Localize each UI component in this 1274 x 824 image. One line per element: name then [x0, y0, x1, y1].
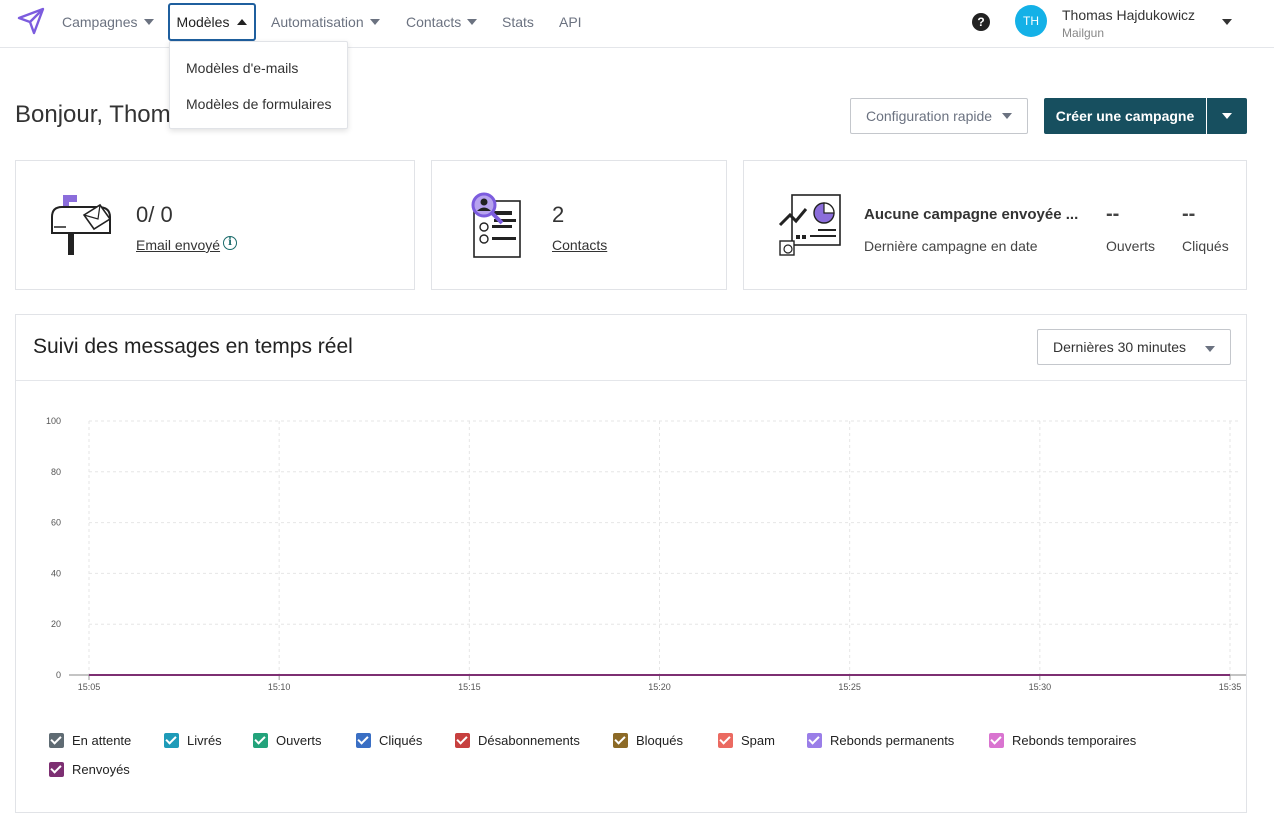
chevron-down-icon: [1205, 346, 1215, 352]
legend-item[interactable]: Désabonnements: [455, 733, 580, 748]
x-tick-label: 15:30: [1029, 682, 1052, 692]
legend-item[interactable]: Bloqués: [613, 733, 683, 748]
nav-api[interactable]: API: [559, 0, 582, 44]
clicked-label: Cliqués: [1182, 238, 1229, 254]
legend-item[interactable]: En attente: [49, 733, 131, 748]
legend-label: Rebonds temporaires: [1012, 733, 1137, 748]
contacts-link[interactable]: Contacts: [552, 237, 607, 253]
y-tick-label: 40: [51, 568, 61, 578]
emails-sent-value: 0/ 0: [136, 202, 173, 227]
legend-label: En attente: [72, 733, 132, 748]
create-campaign-menu-button[interactable]: [1207, 98, 1247, 134]
y-tick-label: 80: [51, 467, 61, 477]
emails-sent-link[interactable]: Email envoyé: [136, 237, 220, 253]
legend-item[interactable]: Rebonds temporaires: [989, 733, 1136, 748]
legend-item[interactable]: Rebonds permanents: [807, 733, 954, 748]
message-tracking-chart: 0 20 40 60 80 100 15:05 15:10 15:15 15:20 15:25 15:…: [46, 416, 1246, 692]
legend-label: Livrés: [187, 733, 222, 748]
nav-api-label: API: [559, 14, 582, 30]
checkbox-checked-icon[interactable]: [455, 733, 470, 748]
checkbox-checked-icon[interactable]: [989, 733, 1004, 748]
checkbox-checked-icon[interactable]: [356, 733, 371, 748]
y-tick-label: 20: [51, 619, 61, 629]
realtime-tracking-panel: Suivi des messages en temps réel Dernièr…: [15, 314, 1247, 813]
legend-label: Rebonds permanents: [830, 733, 955, 748]
legend-label: Désabonnements: [478, 733, 580, 748]
menu-item-email-templates[interactable]: Modèles d'e-mails: [186, 60, 298, 76]
chevron-down-icon: [1002, 113, 1013, 119]
legend-label: Bloqués: [636, 733, 683, 748]
time-range-label: Dernières 30 minutes: [1053, 339, 1187, 355]
last-campaign-subtitle: Dernière campagne en date: [864, 238, 1038, 254]
nav-campagnes[interactable]: Campagnes: [62, 0, 154, 44]
quick-config-button[interactable]: Configuration rapide: [850, 98, 1028, 134]
legend-item[interactable]: Livrés: [164, 733, 222, 748]
legend-item[interactable]: Renvoyés: [49, 762, 130, 777]
opened-value: --: [1106, 203, 1120, 225]
y-tick-label: 60: [51, 518, 61, 528]
nav-campagnes-label: Campagnes: [62, 14, 138, 30]
last-campaign-title: Aucune campagne envoyée ...: [864, 206, 1079, 223]
user-menu-chevron-icon[interactable]: [1222, 19, 1232, 25]
chevron-up-icon: [237, 19, 248, 25]
quick-config-label: Configuration rapide: [865, 108, 993, 124]
help-icon[interactable]: ?: [972, 13, 990, 31]
x-tick-label: 15:25: [838, 682, 861, 692]
nav-contacts[interactable]: Contacts: [406, 0, 478, 44]
campaign-report-illustration-icon: [778, 194, 841, 256]
contacts-card: 2 Contacts: [431, 160, 727, 290]
contacts-document-illustration-icon: [471, 192, 521, 258]
legend-label: Ouverts: [276, 733, 322, 748]
page-title: Bonjour, Thom: [15, 101, 171, 128]
info-icon[interactable]: i: [223, 236, 237, 250]
chevron-down-icon: [369, 19, 380, 25]
chevron-down-icon: [467, 19, 478, 25]
x-tick-label: 15:10: [268, 682, 291, 692]
mailbox-illustration-icon: [51, 195, 112, 255]
checkbox-checked-icon[interactable]: [49, 733, 64, 748]
x-tick-label: 15:15: [458, 682, 481, 692]
checkbox-checked-icon[interactable]: [253, 733, 268, 748]
avatar[interactable]: TH: [1015, 5, 1047, 37]
chart-title: Suivi des messages en temps réel: [33, 335, 353, 358]
nav-modeles-label: Modèles: [176, 14, 230, 30]
checkbox-checked-icon[interactable]: [613, 733, 628, 748]
time-range-select[interactable]: Dernières 30 minutes: [1037, 329, 1231, 365]
chevron-down-icon: [1222, 113, 1232, 119]
nav-automatisation-label: Automatisation: [271, 14, 364, 30]
legend-item[interactable]: Spam: [718, 733, 775, 748]
x-tick-label: 15:05: [78, 682, 101, 692]
last-campaign-card: Aucune campagne envoyée ... Dernière cam…: [743, 160, 1247, 290]
nav-stats-label: Stats: [502, 14, 534, 30]
legend-label: Cliqués: [379, 733, 423, 748]
modeles-dropdown-menu: Modèles d'e-mails Modèles de formulaires: [169, 41, 348, 129]
y-tick-label: 0: [56, 670, 61, 680]
menu-item-form-templates[interactable]: Modèles de formulaires: [186, 96, 332, 112]
legend-item[interactable]: Ouverts: [253, 733, 322, 748]
nav-contacts-label: Contacts: [406, 14, 462, 30]
legend-label: Renvoyés: [72, 762, 130, 777]
checkbox-checked-icon[interactable]: [49, 762, 64, 777]
nav-modeles[interactable]: Modèles: [168, 3, 256, 41]
checkbox-checked-icon[interactable]: [164, 733, 179, 748]
nav-automatisation[interactable]: Automatisation: [271, 0, 380, 44]
clicked-value: --: [1182, 203, 1196, 225]
paper-plane-logo-icon[interactable]: [16, 6, 46, 36]
checkbox-checked-icon[interactable]: [807, 733, 822, 748]
opened-label: Ouverts: [1106, 238, 1156, 254]
legend-item[interactable]: Cliqués: [356, 733, 422, 748]
emails-sent-card: 0/ 0 Email envoyé i: [15, 160, 415, 290]
chevron-down-icon: [143, 19, 154, 25]
user-name[interactable]: Thomas Hajdukowicz: [1062, 7, 1195, 23]
x-tick-label: 15:20: [648, 682, 671, 692]
contacts-count: 2: [552, 202, 565, 227]
checkbox-checked-icon[interactable]: [718, 733, 733, 748]
create-campaign-button[interactable]: Créer une campagne: [1044, 98, 1206, 134]
x-tick-label: 15:35: [1219, 682, 1242, 692]
y-tick-label: 100: [46, 416, 61, 426]
user-org: Mailgun: [1062, 26, 1105, 40]
divider: [16, 380, 1246, 381]
nav-stats[interactable]: Stats: [502, 0, 534, 44]
legend-label: Spam: [741, 733, 775, 748]
